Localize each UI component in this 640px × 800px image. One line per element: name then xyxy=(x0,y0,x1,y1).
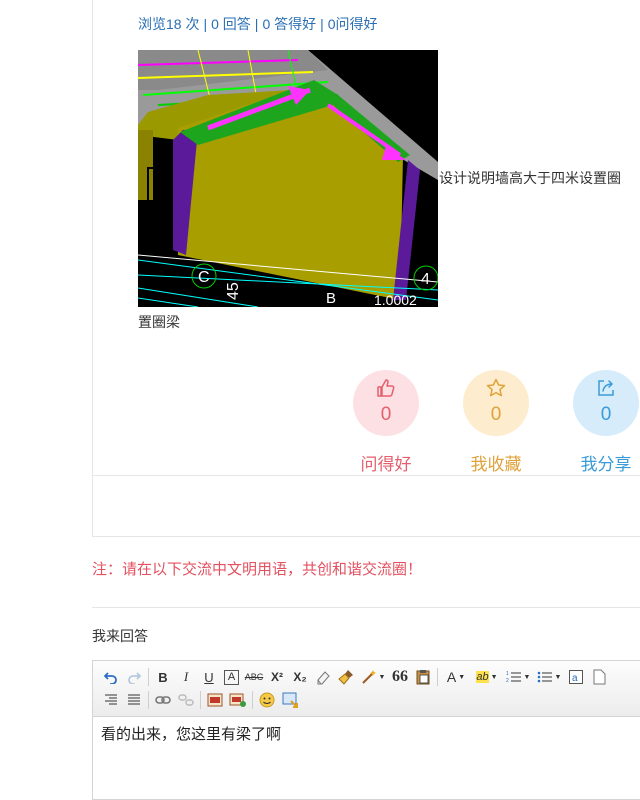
elevation-label: 1.0002 xyxy=(374,292,417,307)
stats-separator: | xyxy=(203,16,208,32)
svg-text:a: a xyxy=(572,673,578,684)
undo-icon[interactable] xyxy=(101,667,121,687)
subscript-button[interactable]: X₂ xyxy=(290,667,310,687)
font-color-button[interactable]: A ▼ xyxy=(442,667,470,687)
image-icon[interactable] xyxy=(205,690,225,710)
toolbar-divider xyxy=(437,668,438,686)
eraser-icon[interactable] xyxy=(313,667,333,687)
favorite-button[interactable]: 0 我收藏 xyxy=(462,370,530,475)
auto-format-icon[interactable]: ▼ xyxy=(359,667,387,687)
answers-count: 0 回答 xyxy=(211,16,251,32)
civility-notice: 注：请在以下交流中文明用语，共创和谐交流圈！ xyxy=(92,561,423,578)
unordered-list-icon[interactable]: ▼ xyxy=(535,667,563,687)
question-image[interactable]: C 45 4 B 1.0002 xyxy=(138,50,438,307)
svg-text:1: 1 xyxy=(506,671,509,677)
answer-editor[interactable]: B I U A ABC X² X₂ ▼ 66 A ▼ ab ▼ 1 2 ▼ ▼ … xyxy=(92,660,640,800)
question-stats: 浏览18 次 | 0 回答 | 0 答得好 | 0问得好 xyxy=(138,14,378,34)
format-brush-icon[interactable] xyxy=(336,667,356,687)
toolbar-divider xyxy=(252,691,253,709)
grid-label-4: 4 xyxy=(421,271,430,288)
share-button[interactable]: 0 我分享 xyxy=(572,370,640,475)
editor-content[interactable]: 看的出来，您这里有梁了啊 xyxy=(101,723,281,744)
highlight-label: ab xyxy=(476,671,489,683)
section-divider xyxy=(92,607,640,608)
bold-button[interactable]: B xyxy=(153,667,173,687)
share-label: 我分享 xyxy=(580,455,632,474)
stats-separator: | xyxy=(320,16,324,32)
favorite-label: 我收藏 xyxy=(470,455,522,474)
svg-text:2: 2 xyxy=(506,678,509,684)
good-question-label: 问得好 xyxy=(360,455,412,474)
thumbs-up-icon xyxy=(377,379,395,397)
ordered-list-icon[interactable]: 1 2 ▼ xyxy=(504,667,532,687)
toolbar-divider xyxy=(200,691,201,709)
dimension-label: 45 xyxy=(225,282,242,300)
favorite-circle: 0 xyxy=(463,370,529,436)
font-border-button[interactable]: A xyxy=(224,669,239,685)
good-question-circle: 0 xyxy=(353,370,419,436)
question-text: 设计说明墙高大于四米设置圈 xyxy=(439,170,621,186)
stats-separator: | xyxy=(254,16,259,32)
toolbar-row-2 xyxy=(101,689,303,711)
insert-image-icon[interactable] xyxy=(228,690,248,710)
good-questions-count: 0问得好 xyxy=(327,16,378,32)
strikethrough-button[interactable]: ABC xyxy=(244,667,264,687)
share-count: 0 xyxy=(600,404,612,425)
underline-button[interactable]: U xyxy=(199,667,219,687)
paste-plain-icon[interactable] xyxy=(413,667,433,687)
share-icon xyxy=(598,380,614,396)
toolbar-divider xyxy=(148,691,149,709)
blockquote-button[interactable]: 66 xyxy=(390,667,410,687)
align-right-icon[interactable] xyxy=(101,690,121,710)
superscript-button[interactable]: X² xyxy=(267,667,287,687)
grid-label-b: B xyxy=(326,290,336,307)
good-question-button[interactable]: 0 问得好 xyxy=(352,370,420,475)
page-icon[interactable] xyxy=(589,667,609,687)
star-icon xyxy=(486,378,506,397)
redo-icon[interactable] xyxy=(124,667,144,687)
insert-media-icon[interactable] xyxy=(280,690,300,710)
toolbar-row-1: B I U A ABC X² X₂ ▼ 66 A ▼ ab ▼ 1 2 ▼ ▼ … xyxy=(101,666,612,688)
good-question-count: 0 xyxy=(380,404,392,425)
emoji-icon[interactable] xyxy=(257,690,277,710)
comment-area[interactable] xyxy=(92,475,640,537)
font-family-icon[interactable]: a xyxy=(566,667,586,687)
good-answers-count: 0 答得好 xyxy=(262,16,317,32)
highlight-button[interactable]: ab ▼ xyxy=(473,667,501,687)
unlink-icon[interactable] xyxy=(176,690,196,710)
link-icon[interactable] xyxy=(153,690,173,710)
toolbar-divider xyxy=(148,668,149,686)
share-circle: 0 xyxy=(573,370,639,436)
answer-section-title: 我来回答 xyxy=(92,628,148,644)
question-text-continued: 置圈梁 xyxy=(138,314,180,330)
editor-toolbar: B I U A ABC X² X₂ ▼ 66 A ▼ ab ▼ 1 2 ▼ ▼ … xyxy=(93,661,640,717)
views-count: 浏览18 次 xyxy=(138,16,200,32)
font-color-label: A xyxy=(446,669,457,685)
italic-button[interactable]: I xyxy=(176,667,196,687)
grid-label-c: C xyxy=(198,269,210,286)
align-justify-icon[interactable] xyxy=(124,690,144,710)
favorite-count: 0 xyxy=(490,404,502,425)
